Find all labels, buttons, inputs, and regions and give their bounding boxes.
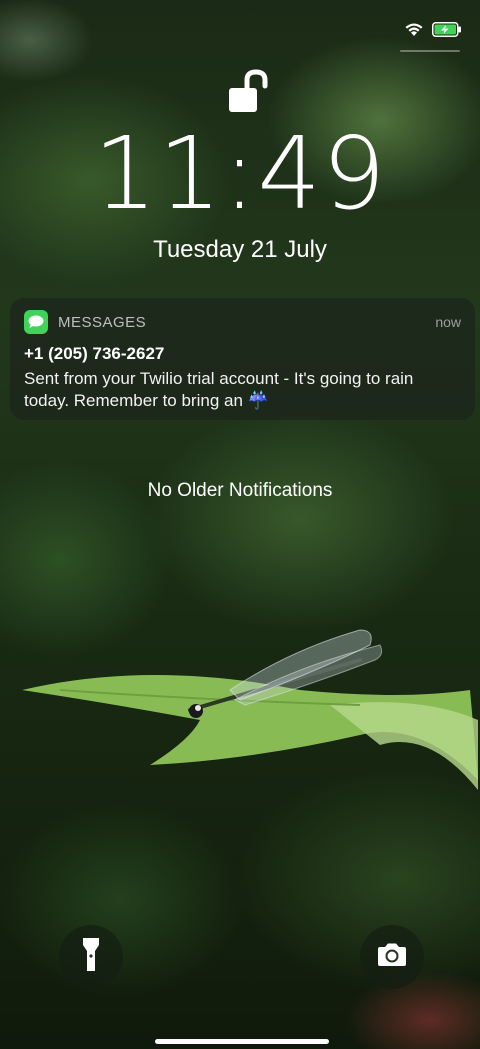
camera-button[interactable] [360,925,424,989]
wifi-icon [404,22,424,42]
flashlight-button[interactable] [59,925,123,989]
lock-screen-date: Tuesday 21 July [153,236,327,263]
battery-charging-icon [432,22,462,42]
flashlight-icon [82,937,100,978]
messages-icon [24,310,48,334]
unlocked-padlock-icon [225,66,273,119]
notification-header: MESSAGES now [24,310,461,334]
notification-app-name: MESSAGES [58,313,147,331]
home-indicator[interactable] [155,1039,329,1044]
notification-body: Sent from your Twilio trial account - It… [24,369,414,410]
lock-screen-time: 11:49 [93,115,387,232]
notification-time: now [435,314,461,330]
status-indicator-line [400,50,460,52]
camera-icon [376,943,408,972]
no-older-notifications-label: No Older Notifications [147,480,333,501]
status-bar [404,22,462,42]
notification-sender: +1 (205) 736-2627 [24,344,165,363]
message-notification[interactable]: MESSAGES now +1 (205) 736-2627 Sent from… [10,298,475,420]
